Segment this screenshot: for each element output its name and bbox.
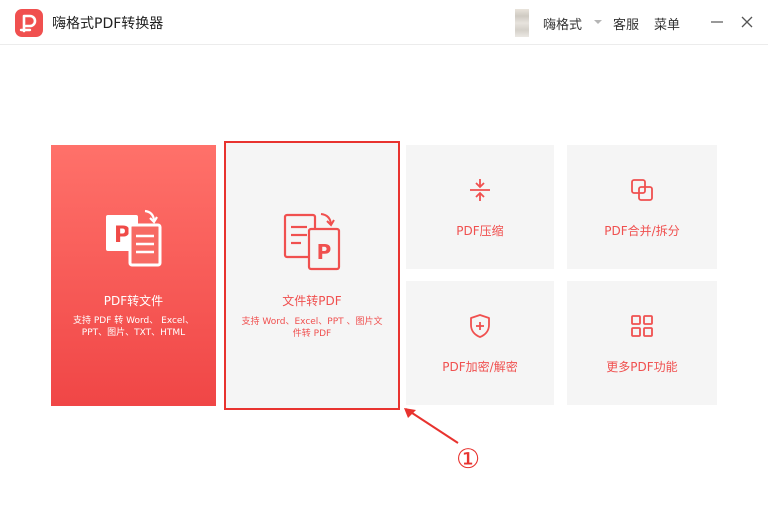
- pdf-to-file-desc-line2: PPT、图片、TXT、HTML: [81, 328, 186, 338]
- encrypt-title: PDF加密/解密: [442, 360, 518, 374]
- compress-icon: [467, 177, 493, 203]
- svg-text:P: P: [317, 240, 332, 264]
- menu-link[interactable]: 菜单: [654, 14, 680, 33]
- merge-split-card[interactable]: PDF合并/拆分: [567, 145, 717, 269]
- compress-card[interactable]: PDF压缩: [406, 145, 554, 269]
- svg-text:P: P: [114, 223, 130, 248]
- pdf-to-file-desc-line1: 支持 PDF 转 Word、 Excel、: [73, 316, 194, 326]
- annotation-arrow: [400, 404, 470, 449]
- pdf-to-file-desc: 支持 PDF 转 Word、 Excel、 PPT、图片、TXT、HTML: [51, 315, 216, 339]
- app-logo-icon: [15, 9, 43, 37]
- minimize-icon[interactable]: [708, 13, 726, 31]
- file-to-pdf-desc-line1: 支持 Word、Excel、PPT 、图片文: [241, 317, 383, 327]
- file-to-pdf-icon: P: [281, 211, 343, 273]
- merge-icon: [629, 177, 655, 203]
- annotation-marker: ①: [456, 444, 481, 475]
- title-bar: 嗨格式PDF转换器 嗨格式 客服 菜单: [0, 0, 768, 45]
- pdf-to-file-icon: P: [104, 209, 164, 271]
- pdf-to-file-title: PDF转文件: [103, 294, 164, 308]
- more-features-title: 更多PDF功能: [606, 360, 678, 374]
- app-title: 嗨格式PDF转换器: [52, 16, 164, 32]
- file-to-pdf-card[interactable]: P 文件转PDF 支持 Word、Excel、PPT 、图片文 件转 PDF: [224, 141, 400, 410]
- more-features-card[interactable]: 更多PDF功能: [567, 281, 717, 405]
- shield-icon: [467, 313, 493, 339]
- merge-split-title: PDF合并/拆分: [604, 224, 680, 238]
- avatar[interactable]: [515, 9, 529, 37]
- file-to-pdf-desc-line2: 件转 PDF: [292, 329, 332, 339]
- pdf-to-file-card[interactable]: P PDF转文件 支持 PDF 转 Word、 Excel、 PPT、图片、TX…: [51, 145, 216, 406]
- compress-title: PDF压缩: [456, 224, 504, 238]
- username[interactable]: 嗨格式: [543, 14, 582, 33]
- close-icon[interactable]: [738, 13, 756, 31]
- dropdown-icon[interactable]: [590, 14, 606, 30]
- file-to-pdf-desc: 支持 Word、Excel、PPT 、图片文 件转 PDF: [232, 316, 392, 340]
- grid-icon: [629, 313, 655, 339]
- encrypt-card[interactable]: PDF加密/解密: [406, 281, 554, 405]
- file-to-pdf-title: 文件转PDF: [282, 294, 342, 308]
- service-link[interactable]: 客服: [613, 14, 639, 33]
